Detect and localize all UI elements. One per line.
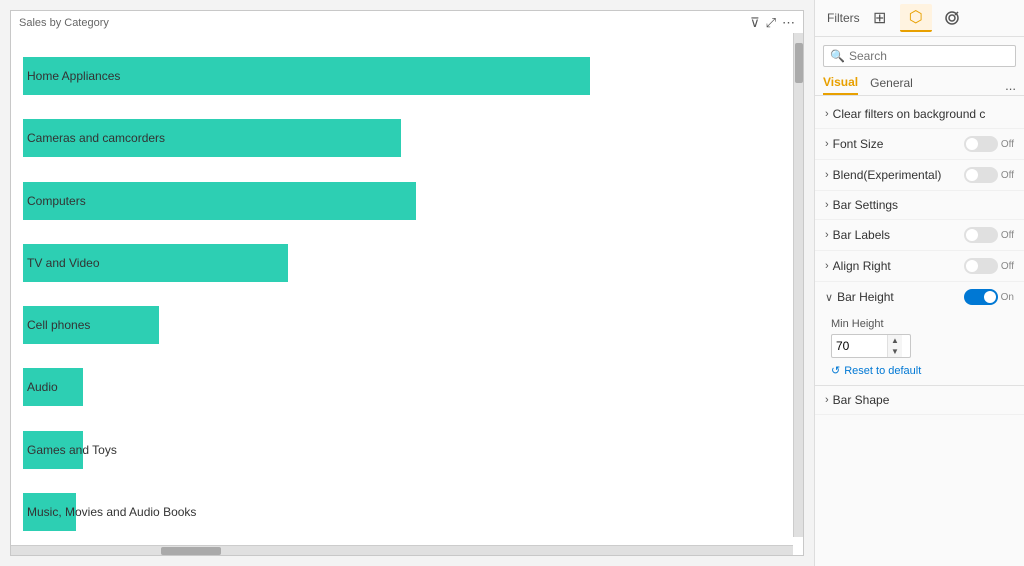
chart-container: Sales by Category ⊽ ⤢ ⋯ Home Appliances C… xyxy=(10,10,804,556)
expand-icon[interactable]: ⤢ xyxy=(766,15,776,31)
bar-row: TV and Video xyxy=(23,237,779,289)
chart-vscrollbar[interactable] xyxy=(793,33,803,537)
bar-height-toggle[interactable] xyxy=(964,289,998,305)
min-height-input[interactable] xyxy=(832,337,887,355)
table-tab-icon[interactable]: ⊞ xyxy=(864,4,896,32)
font-size-toggle-text: Off xyxy=(1001,139,1014,150)
align-right-label: Align Right xyxy=(833,259,891,273)
bar-label: Home Appliances xyxy=(27,69,120,83)
font-size-label: Font Size xyxy=(833,137,884,151)
spinner-up[interactable]: ▲ xyxy=(888,335,902,346)
bar-shape-label: Bar Shape xyxy=(833,393,890,407)
blend-toggle-knob xyxy=(966,169,978,181)
bar-labels-toggle-text: Off xyxy=(1001,230,1014,241)
font-size-toggle[interactable] xyxy=(964,136,998,152)
format-row-bar-settings[interactable]: › Bar Settings xyxy=(815,191,1024,220)
format-panel-tabs: Filters ⊞ ⬡ xyxy=(815,0,1024,37)
bar-row: Music, Movies and Audio Books xyxy=(23,486,779,538)
tab-visual[interactable]: Visual xyxy=(823,75,858,95)
bar-label: Computers xyxy=(27,194,86,208)
chevron-bar-labels: › xyxy=(825,229,829,241)
chevron-bar-settings: › xyxy=(825,199,829,211)
number-spinners: ▲ ▼ xyxy=(887,335,902,357)
chart-hscrollbar-thumb[interactable] xyxy=(161,547,221,555)
chevron-blend: › xyxy=(825,169,829,181)
chevron-font-size: › xyxy=(825,138,829,150)
bar-height-toggle-text: On xyxy=(1001,292,1014,303)
format-row-clear-filters[interactable]: › Clear filters on background c xyxy=(815,100,1024,129)
search-icon: 🔍 xyxy=(830,49,845,63)
bar-label: Music, Movies and Audio Books xyxy=(27,505,196,519)
min-height-input-wrapper[interactable]: ▲ ▼ xyxy=(831,334,911,358)
align-right-toggle-text: Off xyxy=(1001,261,1014,272)
spinner-down[interactable]: ▼ xyxy=(888,346,902,357)
more-icon[interactable]: ⋯ xyxy=(782,15,795,31)
chevron-bar-height: ∨ xyxy=(825,291,833,304)
reset-icon: ↺ xyxy=(831,364,840,377)
search-box[interactable]: 🔍 xyxy=(823,45,1016,67)
bar-row: Cell phones xyxy=(23,299,779,351)
bar-labels-label: Bar Labels xyxy=(833,228,890,242)
bar-label: Games and Toys xyxy=(27,443,117,457)
bar-label: Cell phones xyxy=(27,318,90,332)
chevron-align-right: › xyxy=(825,260,829,272)
bar-row: Home Appliances xyxy=(23,50,779,102)
format-row-font-size[interactable]: › Font Size Off xyxy=(815,129,1024,160)
bar-row: Cameras and camcorders xyxy=(23,112,779,164)
analytics-tab-icon[interactable] xyxy=(936,4,968,32)
format-options: › Clear filters on background c › Font S… xyxy=(815,96,1024,566)
chart-vscrollbar-thumb[interactable] xyxy=(795,43,803,83)
format-panel: Filters ⊞ ⬡ 🔍 Visual General ... › Clear… xyxy=(814,0,1024,566)
blend-toggle-text: Off xyxy=(1001,170,1014,181)
blend-toggle[interactable] xyxy=(964,167,998,183)
format-row-bar-shape[interactable]: › Bar Shape xyxy=(815,386,1024,415)
blend-label: Blend(Experimental) xyxy=(833,168,942,182)
format-row-bar-labels[interactable]: › Bar Labels Off xyxy=(815,220,1024,251)
format-row-align-right[interactable]: › Align Right Off xyxy=(815,251,1024,282)
chart-hscrollbar[interactable] xyxy=(11,545,793,555)
tab-general[interactable]: General xyxy=(870,76,913,94)
clear-filters-label: Clear filters on background c xyxy=(833,107,986,121)
min-height-label: Min Height xyxy=(831,318,1012,330)
bar-labels-toggle-knob xyxy=(966,229,978,241)
reset-label: Reset to default xyxy=(844,365,921,377)
format-row-blend[interactable]: › Blend(Experimental) Off xyxy=(815,160,1024,191)
bar-height-header[interactable]: ∨ Bar Height On xyxy=(815,282,1024,312)
bar-label: TV and Video xyxy=(27,256,100,270)
bar-settings-label: Bar Settings xyxy=(833,198,898,212)
bar-height-body: Min Height ▲ ▼ ↺ Reset to default xyxy=(815,312,1024,385)
bar-label: Audio xyxy=(27,380,58,394)
bar-height-label: Bar Height xyxy=(837,290,894,304)
filters-label: Filters xyxy=(827,11,860,25)
bar-label: Cameras and camcorders xyxy=(27,131,165,145)
filter-icon[interactable]: ⊽ xyxy=(750,15,760,31)
bar-row: Audio xyxy=(23,361,779,413)
font-size-toggle-knob xyxy=(966,138,978,150)
chart-panel: Sales by Category ⊽ ⤢ ⋯ Home Appliances C… xyxy=(0,0,814,566)
chevron-bar-shape: › xyxy=(825,394,829,406)
bar-row: Computers xyxy=(23,175,779,227)
chart-toolbar: ⊽ ⤢ ⋯ xyxy=(750,15,795,31)
bar-chart: Home Appliances Cameras and camcorders Com… xyxy=(15,41,799,547)
format-tab-icon[interactable]: ⬡ xyxy=(900,4,932,32)
bar-labels-toggle[interactable] xyxy=(964,227,998,243)
reset-link[interactable]: ↺ Reset to default xyxy=(831,364,1012,377)
align-right-toggle-knob xyxy=(966,260,978,272)
search-input[interactable] xyxy=(849,49,1009,63)
bar-row: Games and Toys xyxy=(23,424,779,476)
bar-height-toggle-knob xyxy=(984,291,996,303)
tab-more[interactable]: ... xyxy=(1005,78,1016,93)
format-section-bar-height: ∨ Bar Height On Min Height ▲ ▼ xyxy=(815,282,1024,386)
align-right-toggle[interactable] xyxy=(964,258,998,274)
chart-title: Sales by Category xyxy=(19,17,109,29)
chevron-clear-filters: › xyxy=(825,108,829,120)
visual-general-tabs: Visual General ... xyxy=(815,71,1024,96)
